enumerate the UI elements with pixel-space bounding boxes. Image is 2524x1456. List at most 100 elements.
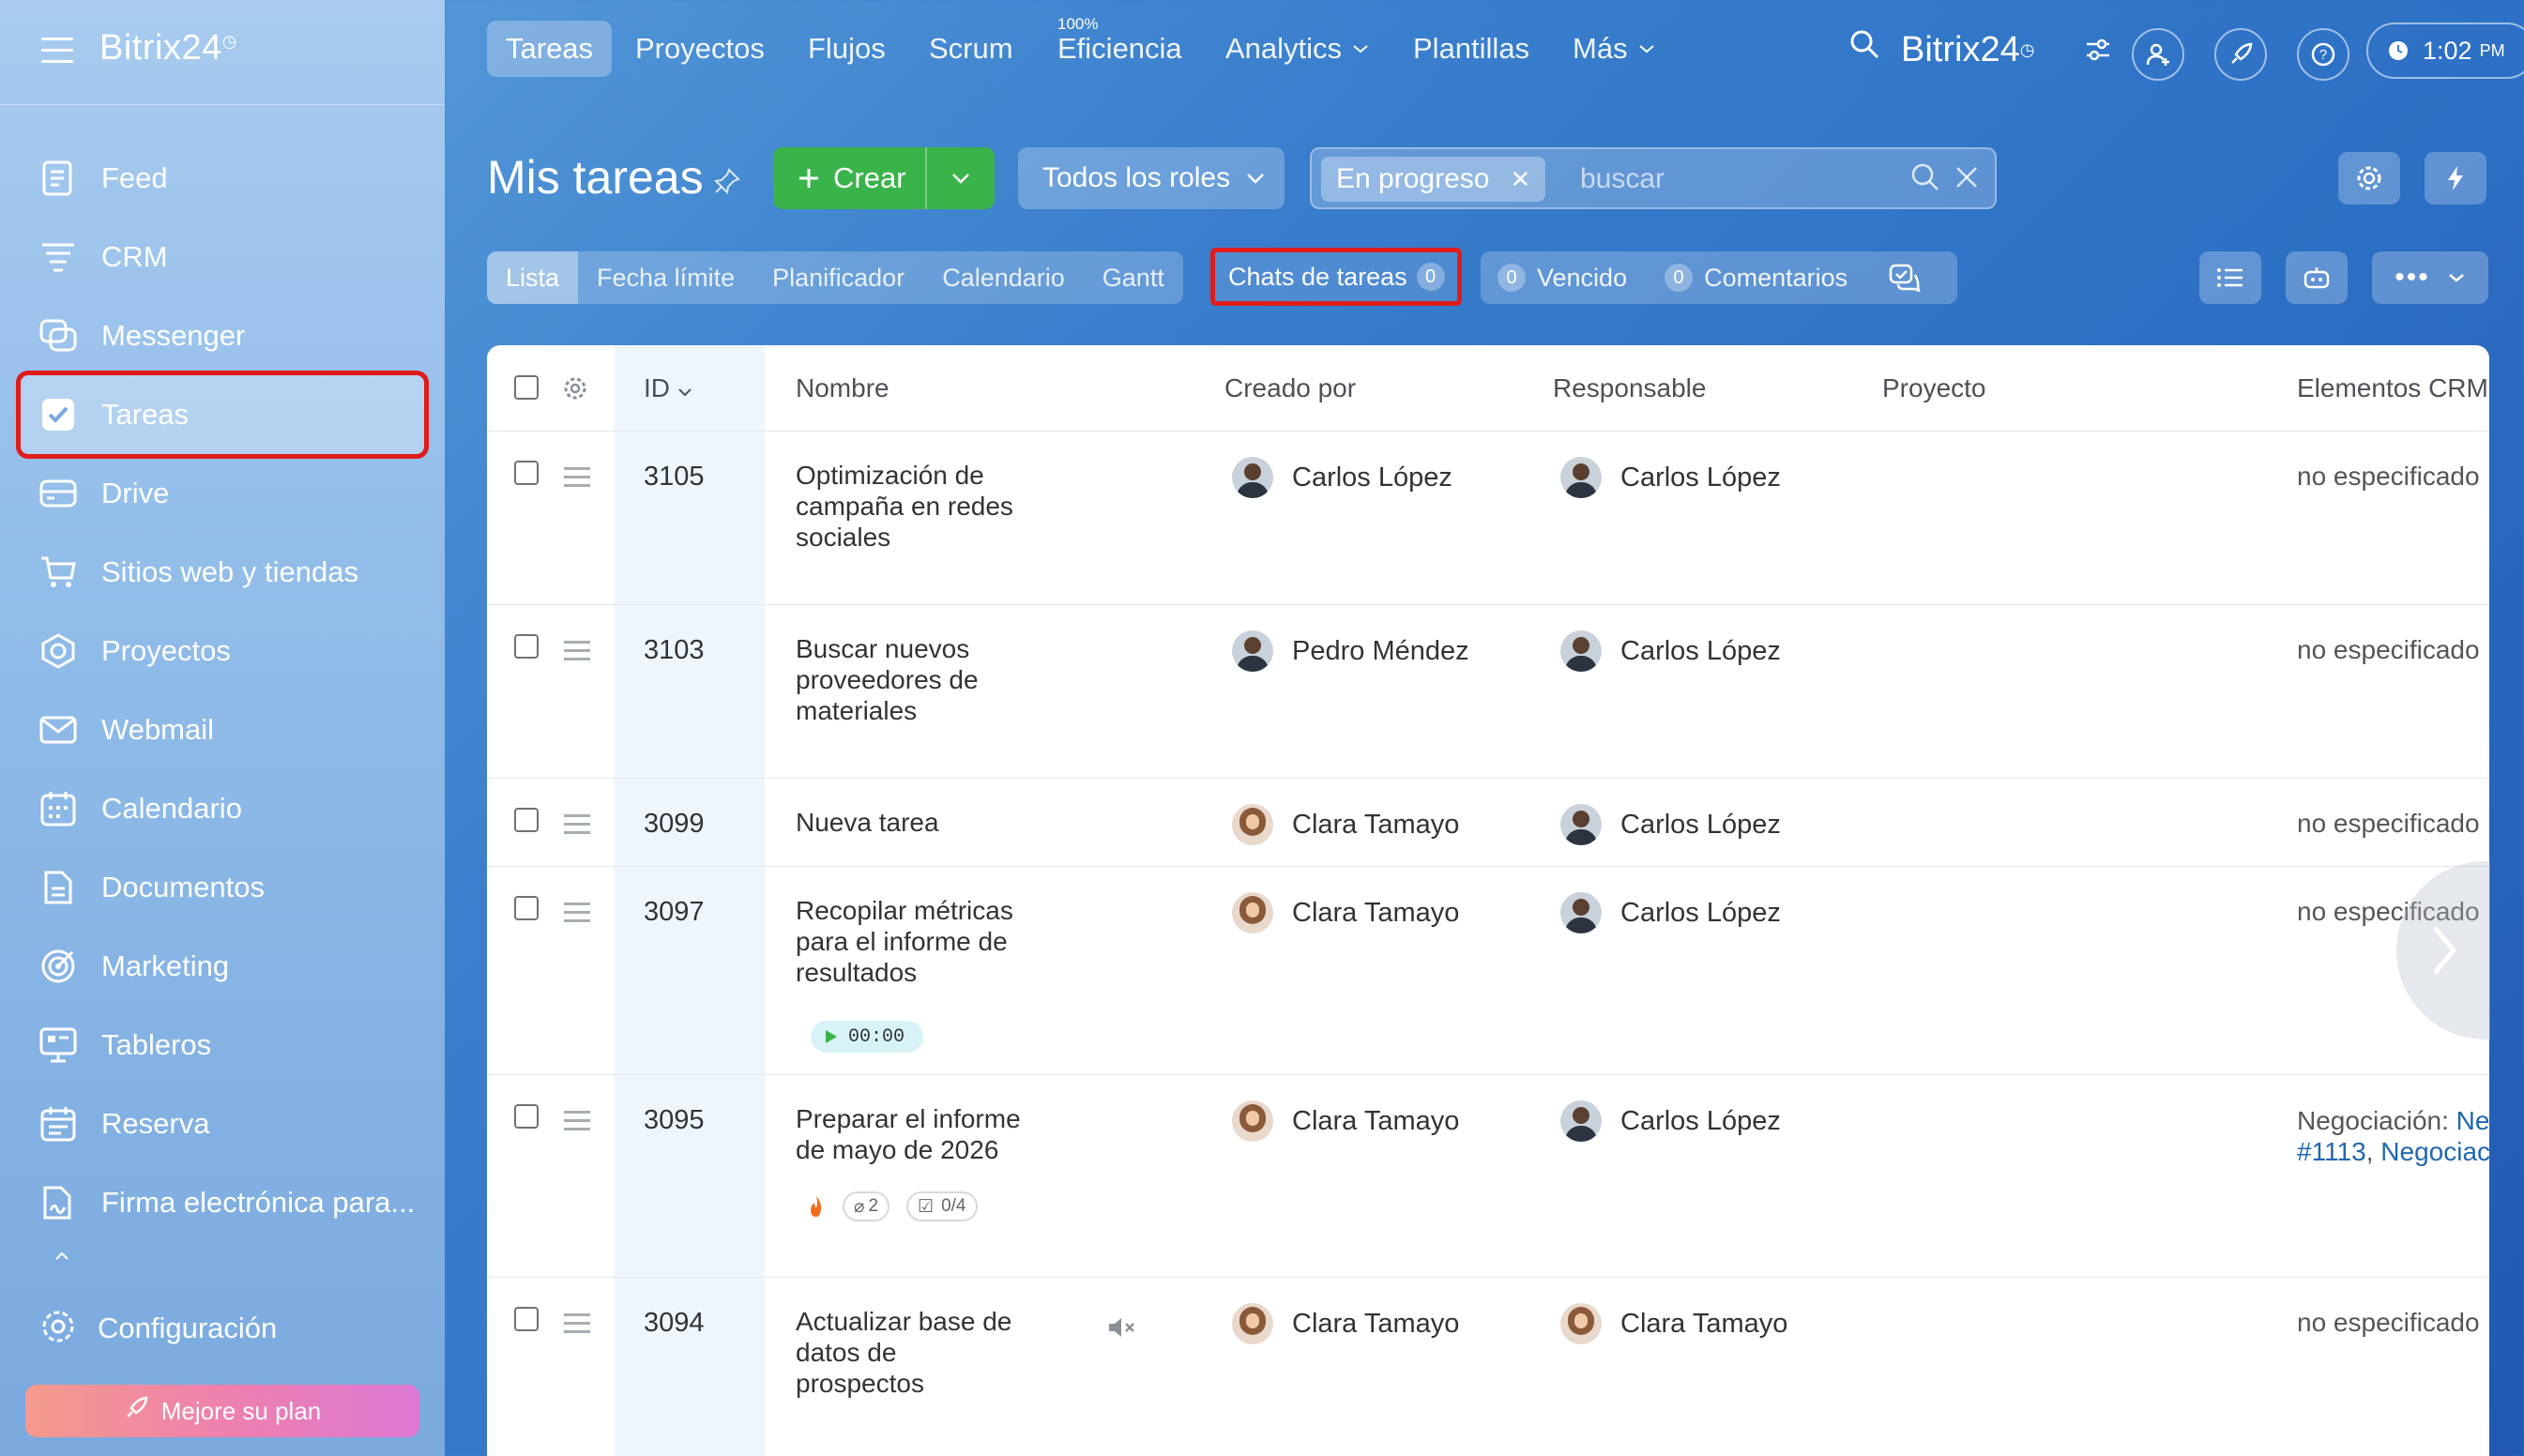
sidebar-item-documents[interactable]: Documentos — [21, 848, 424, 927]
clear-icon[interactable] — [1954, 164, 1980, 190]
create-task-button[interactable]: Crear — [773, 147, 995, 209]
created-by[interactable]: Clara Tamayo — [1232, 1303, 1459, 1344]
table-row[interactable]: 3094 Actualizar base de datos de prospec… — [487, 1278, 2489, 1456]
table-row[interactable]: 3103 Buscar nuevos proveedores de materi… — [487, 605, 2489, 779]
roles-dropdown[interactable]: Todos los roles — [1018, 147, 1285, 209]
checklist-badge[interactable]: ☑ 0/4 — [906, 1191, 978, 1221]
gear-icon[interactable] — [562, 375, 588, 402]
row-checkbox[interactable] — [514, 1104, 539, 1129]
row-checkbox[interactable] — [514, 1307, 539, 1331]
drag-handle[interactable] — [564, 1111, 590, 1136]
help-button[interactable]: ? — [2297, 28, 2349, 81]
mute-icon[interactable] — [1106, 1315, 1138, 1340]
responsible[interactable]: Carlos López — [1560, 630, 1781, 672]
column-name[interactable]: Nombre — [796, 373, 889, 403]
sidebar-item-settings[interactable]: Configuración — [39, 1300, 277, 1357]
task-name[interactable]: Nueva tarea — [796, 807, 1030, 838]
row-checkbox[interactable] — [514, 634, 539, 659]
row-checkbox[interactable] — [514, 461, 539, 485]
table-row[interactable]: 3097 Recopilar métricas para el informe … — [487, 867, 2489, 1075]
filters-toggle[interactable] — [2085, 38, 2111, 62]
tab-more[interactable]: Más — [1573, 21, 1656, 77]
pin-icon[interactable] — [713, 167, 741, 195]
select-all-checkbox[interactable] — [514, 375, 539, 400]
chat-read-icon[interactable] — [1889, 264, 1921, 292]
crm-link[interactable]: #1113 — [2297, 1137, 2366, 1166]
menu-icon[interactable] — [41, 38, 73, 64]
sidebar-item-sites[interactable]: Sitios web y tiendas — [21, 533, 424, 612]
row-checkbox[interactable] — [514, 808, 539, 832]
created-by[interactable]: Pedro Méndez — [1232, 630, 1469, 672]
filter-chip[interactable]: En progreso ✕ — [1321, 157, 1546, 202]
overdue-filter[interactable]: Vencido — [1537, 264, 1627, 293]
drag-handle[interactable] — [564, 814, 590, 840]
comments-filter[interactable]: Comentarios — [1704, 264, 1847, 293]
time-tracker[interactable]: 00:00 — [811, 1021, 923, 1053]
list-settings-button[interactable] — [2199, 251, 2261, 304]
responsible[interactable]: Carlos López — [1560, 892, 1781, 933]
settings-button[interactable] — [2338, 152, 2400, 205]
tab-templates[interactable]: Plantillas — [1413, 21, 1529, 77]
invite-user-button[interactable] — [2132, 28, 2184, 81]
sidebar-item-crm[interactable]: CRM — [21, 218, 424, 296]
sidebar-item-booking[interactable]: Reserva — [21, 1084, 424, 1163]
crm-link[interactable]: Negociac — [2380, 1137, 2489, 1166]
drag-handle[interactable] — [564, 902, 590, 928]
table-row[interactable]: 3095 Preparar el informe de mayo de 2026… — [487, 1075, 2489, 1278]
tab-scrum[interactable]: Scrum — [929, 21, 1013, 77]
task-chats-button[interactable]: Chats de tareas 0 — [1210, 248, 1462, 306]
crm-link[interactable]: Ne — [2456, 1106, 2489, 1135]
column-responsible[interactable]: Responsable — [1553, 373, 1706, 403]
sidebar-item-signature[interactable]: Firma electrónica para... — [21, 1163, 424, 1242]
sidebar-item-boards[interactable]: Tableros — [21, 1006, 424, 1084]
responsible[interactable]: Carlos López — [1560, 1100, 1781, 1142]
task-name[interactable]: Optimización de campaña en redes sociale… — [796, 460, 1030, 553]
close-icon[interactable]: ✕ — [1510, 165, 1530, 194]
view-planner[interactable]: Planificador — [753, 251, 923, 304]
responsible[interactable]: Clara Tamayo — [1560, 1303, 1787, 1344]
task-name[interactable]: Actualizar base de datos de prospectos — [796, 1306, 1030, 1399]
chevron-up-icon[interactable] — [54, 1251, 69, 1261]
drag-handle[interactable] — [564, 467, 590, 493]
tab-analytics[interactable]: Analytics — [1225, 21, 1370, 77]
created-by[interactable]: Clara Tamayo — [1232, 1100, 1459, 1142]
sidebar-item-webmail[interactable]: Webmail — [21, 690, 424, 769]
search-icon[interactable] — [1910, 162, 1940, 192]
automation-button[interactable] — [2425, 152, 2486, 205]
tab-efficiency[interactable]: 100% Eficiencia — [1057, 15, 1182, 77]
more-actions-button[interactable]: ••• — [2372, 251, 2488, 304]
global-search-button[interactable] — [1848, 28, 1880, 60]
column-created-by[interactable]: Creado por — [1224, 373, 1356, 403]
tab-flows[interactable]: Flujos — [808, 21, 886, 77]
row-checkbox[interactable] — [514, 896, 539, 920]
upgrade-plan-button[interactable]: Mejore su plan — [25, 1385, 419, 1437]
robot-button[interactable] — [2286, 251, 2348, 304]
drag-handle[interactable] — [564, 641, 590, 666]
sidebar-item-projects[interactable]: Proyectos — [21, 612, 424, 690]
attachments-badge[interactable]: ⌀ 2 — [843, 1191, 890, 1221]
table-row[interactable]: 3099 Nueva tarea Clara Tamayo Carlos Lóp… — [487, 779, 2489, 867]
search-input[interactable] — [1580, 157, 1899, 202]
drag-handle[interactable] — [564, 1313, 590, 1339]
view-deadline[interactable]: Fecha límite — [578, 251, 753, 304]
responsible[interactable]: Carlos López — [1560, 804, 1781, 845]
sidebar-item-messenger[interactable]: Messenger — [21, 296, 424, 375]
column-project[interactable]: Proyecto — [1882, 373, 1986, 403]
responsible[interactable]: Carlos López — [1560, 457, 1781, 498]
sidebar-item-marketing[interactable]: Marketing — [21, 927, 424, 1006]
task-name[interactable]: Recopilar métricas para el informe de re… — [796, 895, 1030, 988]
brand-logo[interactable]: Bitrix24◷ — [99, 28, 237, 68]
create-dropdown[interactable] — [927, 172, 995, 185]
sidebar-item-drive[interactable]: Drive — [21, 454, 424, 533]
created-by[interactable]: Clara Tamayo — [1232, 804, 1459, 845]
table-row[interactable]: 3105 Optimización de campaña en redes so… — [487, 432, 2489, 605]
tab-projects[interactable]: Proyectos — [635, 21, 765, 77]
sidebar-item-feed[interactable]: Feed — [21, 139, 424, 218]
tab-tasks[interactable]: Tareas — [487, 21, 613, 77]
create-main[interactable]: Crear — [773, 147, 927, 209]
created-by[interactable]: Clara Tamayo — [1232, 892, 1459, 933]
created-by[interactable]: Carlos López — [1232, 457, 1452, 498]
task-name[interactable]: Preparar el informe de mayo de 2026 — [796, 1103, 1030, 1165]
column-id[interactable]: ID — [644, 373, 692, 403]
view-list[interactable]: Lista — [487, 251, 579, 304]
